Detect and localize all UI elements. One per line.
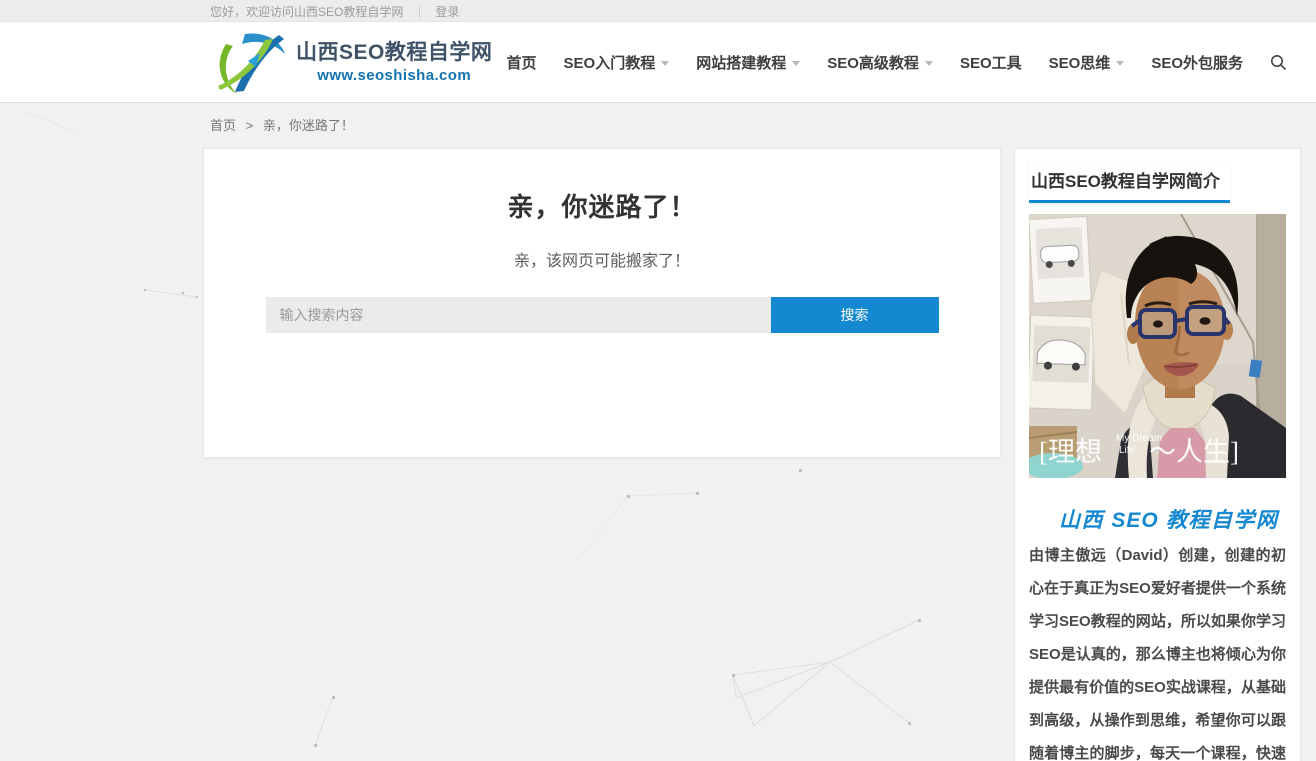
breadcrumb-home-link[interactable]: 首页 bbox=[210, 118, 236, 133]
blogger-photo: [理想 My Dream Life ～人生] bbox=[1029, 214, 1286, 478]
search-submit-button[interactable]: 搜索 bbox=[771, 297, 939, 333]
error-card: 亲，你迷路了！ 亲，该网页可能搬家了！ 搜索 bbox=[203, 148, 1001, 458]
login-link[interactable]: 登录 bbox=[435, 3, 459, 20]
search-icon bbox=[1270, 54, 1287, 71]
topbar: 您好，欢迎访问山西SEO教程自学网 ｜ 登录 bbox=[0, 0, 1316, 22]
nav-item-site-building[interactable]: 网站搭建教程 bbox=[696, 52, 800, 73]
nav-item-seo-outsourcing[interactable]: SEO外包服务 bbox=[1151, 52, 1243, 73]
intro-paragraph: 山西 SEO 教程自学网由博主傲远（David）创建，创建的初心在于真正为SEO… bbox=[1029, 504, 1286, 761]
sidebar-intro-widget: 山西SEO教程自学网简介 bbox=[1014, 148, 1301, 761]
error-message: 亲，该网页可能搬家了！ bbox=[204, 247, 1000, 271]
breadcrumb-current: 亲，你迷路了！ bbox=[263, 118, 354, 133]
nav-item-seo-thinking[interactable]: SEO思维 bbox=[1049, 52, 1125, 73]
chevron-down-icon bbox=[661, 61, 669, 66]
breadcrumb: 首页 > 亲，你迷路了！ bbox=[0, 103, 1316, 148]
error-title: 亲，你迷路了！ bbox=[204, 187, 1000, 224]
chevron-down-icon bbox=[792, 61, 800, 66]
photo-caption-small-2: Life bbox=[1119, 445, 1136, 456]
nav-item-seo-advanced[interactable]: SEO高级教程 bbox=[827, 52, 933, 73]
blogger-photo-illustration: [理想 My Dream Life ～人生] bbox=[1029, 214, 1286, 478]
widget-title: 山西SEO教程自学网简介 bbox=[1029, 162, 1230, 203]
chevron-down-icon bbox=[1116, 61, 1124, 66]
logo-globe-icon bbox=[215, 31, 287, 95]
intro-text: 由博主傲远（David）创建，创建的初心在于真正为SEO爱好者提供一个系统学习S… bbox=[1029, 547, 1286, 761]
logo-url: www.seoshisha.com bbox=[296, 66, 492, 85]
welcome-text: 您好，欢迎访问山西SEO教程自学网 bbox=[210, 3, 403, 20]
chevron-down-icon bbox=[925, 61, 933, 66]
breadcrumb-separator: > bbox=[246, 118, 254, 133]
search-form: 搜索 bbox=[266, 297, 939, 333]
topbar-divider: ｜ bbox=[413, 3, 425, 20]
site-logo[interactable]: 山西SEO教程自学网 www.seoshisha.com bbox=[215, 31, 492, 95]
photo-caption-left: [理想 bbox=[1039, 437, 1102, 467]
search-input[interactable] bbox=[266, 297, 771, 333]
main-nav: 首页 SEO入门教程 网站搭建教程 SEO高级教程 SEO工具 SEO思维 SE… bbox=[507, 52, 1287, 73]
nav-item-home[interactable]: 首页 bbox=[507, 52, 537, 73]
site-header: 山西SEO教程自学网 www.seoshisha.com 首页 SEO入门教程 … bbox=[0, 22, 1316, 103]
photo-caption-right: ～人生] bbox=[1149, 437, 1239, 467]
nav-item-seo-tools[interactable]: SEO工具 bbox=[960, 52, 1022, 73]
nav-search-button[interactable] bbox=[1270, 54, 1287, 71]
intro-site-title: 山西 SEO 教程自学网 bbox=[1059, 509, 1278, 532]
logo-title: 山西SEO教程自学网 bbox=[296, 40, 492, 66]
logo-text: 山西SEO教程自学网 www.seoshisha.com bbox=[296, 40, 492, 85]
nav-item-seo-beginner[interactable]: SEO入门教程 bbox=[564, 52, 670, 73]
